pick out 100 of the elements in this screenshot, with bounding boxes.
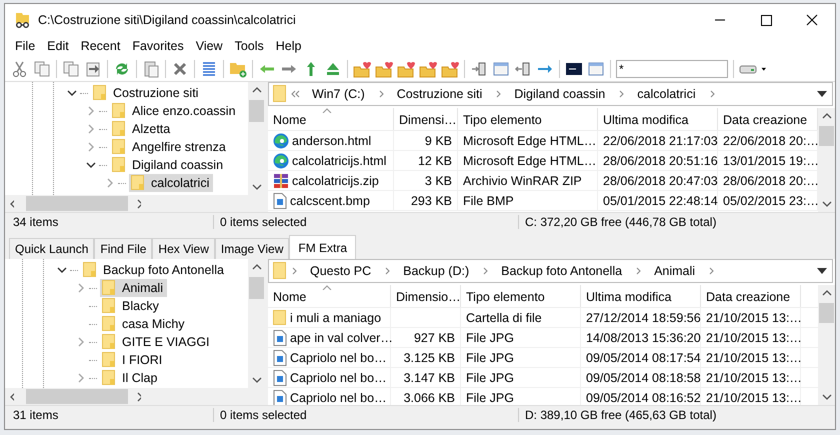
file-name[interactable]: Capriolo nel bo… bbox=[268, 348, 391, 367]
favorite-folder-icon[interactable] bbox=[397, 60, 415, 78]
scissors-icon[interactable] bbox=[11, 60, 29, 78]
chevron-icon[interactable] bbox=[708, 90, 716, 98]
chevron-icon[interactable] bbox=[634, 267, 642, 275]
import-icon[interactable] bbox=[470, 60, 488, 78]
menu-item[interactable]: File bbox=[9, 39, 42, 53]
tree-item[interactable]: Alice enzo.coassin bbox=[110, 102, 240, 120]
scroll-down-icon[interactable] bbox=[822, 393, 832, 401]
menu-item[interactable]: Favorites bbox=[126, 39, 190, 53]
favorite-folder-icon[interactable] bbox=[375, 60, 393, 78]
collapsed-chevron-icon[interactable] bbox=[76, 283, 86, 293]
tree-item[interactable]: Animali bbox=[100, 279, 167, 297]
column-header[interactable]: Tipo elemento bbox=[461, 285, 581, 307]
breadcrumb-item[interactable]: calcolatrici bbox=[628, 87, 705, 101]
chevron-icon[interactable] bbox=[290, 267, 298, 275]
expanded-chevron-icon[interactable] bbox=[67, 88, 77, 98]
tree-item[interactable]: I FIORI bbox=[100, 351, 166, 369]
window-icon[interactable] bbox=[492, 60, 510, 78]
dropdown-icon[interactable] bbox=[817, 268, 827, 274]
breadcrumb-item[interactable]: Costruzione siti bbox=[388, 87, 492, 101]
scroll-right-icon[interactable] bbox=[136, 198, 141, 208]
scrollbar[interactable] bbox=[5, 195, 265, 212]
column-header[interactable]: Tipo elemento bbox=[458, 108, 598, 130]
scrollbar-thumb[interactable] bbox=[26, 389, 128, 404]
scrollbar-thumb[interactable] bbox=[819, 126, 834, 146]
breadcrumb-item[interactable]: Animali bbox=[645, 264, 704, 278]
double-chevron-icon[interactable] bbox=[290, 90, 300, 98]
collapsed-chevron-icon[interactable] bbox=[86, 124, 96, 134]
favorite-folder-icon[interactable] bbox=[419, 60, 437, 78]
expanded-chevron-icon[interactable] bbox=[86, 160, 96, 170]
favorite-folder-icon[interactable] bbox=[441, 60, 459, 78]
copy-icon[interactable] bbox=[62, 60, 80, 78]
collapsed-chevron-icon[interactable] bbox=[86, 106, 96, 116]
scroll-up-icon[interactable] bbox=[252, 263, 262, 271]
breadcrumb-item[interactable]: Questo PC bbox=[301, 264, 380, 278]
column-header[interactable]: Dimensio… bbox=[391, 285, 461, 307]
scrollbar[interactable] bbox=[5, 388, 265, 405]
chevron-icon[interactable] bbox=[481, 267, 490, 275]
chevron-icon[interactable] bbox=[707, 267, 716, 275]
menu-item[interactable]: View bbox=[190, 39, 229, 53]
tree-item[interactable]: Angelfire strenza bbox=[110, 138, 230, 156]
scroll-up-icon[interactable] bbox=[822, 289, 832, 297]
scroll-left-icon[interactable] bbox=[9, 198, 14, 208]
expanded-chevron-icon[interactable] bbox=[57, 265, 67, 275]
scrollbar[interactable] bbox=[248, 82, 265, 195]
column-header[interactable]: Nome bbox=[268, 108, 394, 130]
scrollbar[interactable] bbox=[818, 285, 835, 405]
export-icon[interactable] bbox=[514, 60, 532, 78]
menu-item[interactable]: Recent bbox=[74, 39, 126, 53]
breadcrumb-item[interactable]: Win7 (C:) bbox=[303, 87, 374, 101]
dropdown-icon[interactable] bbox=[817, 91, 827, 97]
tab[interactable]: Hex View bbox=[152, 238, 215, 259]
move-icon[interactable] bbox=[84, 60, 102, 78]
tree-item[interactable]: Costruzione siti bbox=[91, 84, 202, 102]
tree-item[interactable]: Il Clap bbox=[100, 369, 162, 387]
scroll-left-icon[interactable] bbox=[9, 392, 14, 402]
filter-field[interactable]: * bbox=[616, 60, 728, 78]
copy-icon[interactable] bbox=[33, 60, 51, 78]
tab[interactable]: Image View bbox=[214, 238, 290, 259]
chevron-icon[interactable] bbox=[376, 90, 385, 98]
menu-item[interactable]: Edit bbox=[41, 39, 75, 53]
breadcrumb-item[interactable]: Backup (D:) bbox=[394, 264, 478, 278]
tree-item[interactable]: casa Michy bbox=[100, 315, 189, 333]
scroll-up-icon[interactable] bbox=[252, 86, 262, 94]
tab[interactable]: FM Extra bbox=[289, 235, 356, 259]
file-name[interactable]: calcolatricijs.zip bbox=[268, 171, 394, 190]
scroll-down-icon[interactable] bbox=[252, 376, 262, 384]
scrollbar-thumb[interactable] bbox=[249, 277, 264, 299]
scroll-down-icon[interactable] bbox=[822, 200, 832, 208]
column-header[interactable]: Ultima modifica bbox=[581, 285, 701, 307]
file-name[interactable]: calcscent.bmp bbox=[268, 191, 394, 210]
file-name[interactable]: ape in val colver… bbox=[268, 328, 391, 347]
tab[interactable]: Quick Launch bbox=[9, 238, 94, 259]
list-view-icon[interactable] bbox=[200, 60, 218, 78]
address-bar[interactable]: Win7 (C:) Costruzione siti Digiland coassin calcolatrici bbox=[268, 82, 833, 106]
scrollbar-thumb[interactable] bbox=[26, 196, 128, 211]
tree-item[interactable]: Backup foto Antonella bbox=[81, 261, 228, 279]
tree-item[interactable]: Alzetta bbox=[110, 120, 174, 138]
scroll-up-icon[interactable] bbox=[822, 112, 832, 120]
breadcrumb-item[interactable]: Backup foto Antonella bbox=[492, 264, 632, 278]
column-header[interactable]: Nome bbox=[268, 285, 391, 307]
file-name[interactable]: calcolatricijs.html bbox=[268, 151, 394, 170]
column-header[interactable]: Data creazione bbox=[701, 285, 801, 307]
scrollbar-thumb[interactable] bbox=[819, 303, 834, 323]
tree-item[interactable]: Blacky bbox=[100, 297, 163, 315]
collapsed-chevron-icon[interactable] bbox=[86, 142, 96, 152]
chevron-icon[interactable] bbox=[383, 267, 392, 275]
scrollbar-thumb[interactable] bbox=[249, 100, 264, 122]
column-header[interactable]: Ultima modifica bbox=[598, 108, 718, 130]
paste-icon[interactable] bbox=[142, 60, 160, 78]
column-header[interactable]: Dimensi… bbox=[394, 108, 458, 130]
scrollbar[interactable] bbox=[818, 108, 835, 212]
scroll-down-icon[interactable] bbox=[252, 183, 262, 191]
collapsed-chevron-icon[interactable] bbox=[76, 337, 86, 347]
file-name[interactable]: Capriolo nel bo… bbox=[268, 368, 391, 387]
tab[interactable]: Find File bbox=[94, 238, 152, 259]
favorite-folder-icon[interactable] bbox=[353, 60, 371, 78]
breadcrumb-item[interactable]: Digiland coassin bbox=[505, 87, 614, 101]
file-name[interactable]: i muli a maniago bbox=[268, 308, 391, 327]
